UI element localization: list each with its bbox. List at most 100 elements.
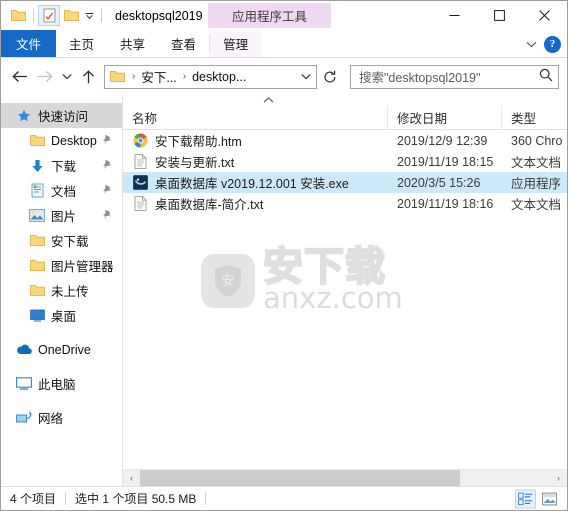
sidebar-item-quick-access[interactable]: 快速访问 <box>1 103 122 128</box>
desktop-icon <box>28 308 46 324</box>
sidebar-item-desktop-cn[interactable]: 桌面 <box>1 303 122 328</box>
close-button[interactable] <box>522 1 567 30</box>
file-explorer-window: desktopsql2019 应用程序工具 文件 主页 共享 查看 管理 ? ›… <box>0 0 568 511</box>
scroll-left-button[interactable]: ‹ <box>123 470 140 486</box>
file-name-cell: 安下载帮助.htm <box>123 131 388 150</box>
details-view-button[interactable] <box>515 489 536 508</box>
navigation-pane[interactable]: 快速访问 Desktop 下载 文档 图片 安下载 图片管理器 未上传 桌面 O… <box>1 95 123 486</box>
recent-locations-chevron-down-icon[interactable] <box>57 64 76 90</box>
sidebar-item-label: Desktop <box>51 133 97 148</box>
scroll-right-button[interactable]: › <box>550 470 567 486</box>
search-icon[interactable] <box>539 68 553 85</box>
view-mode-buttons <box>515 489 560 508</box>
sidebar-item-label: OneDrive <box>38 342 91 357</box>
refresh-button[interactable] <box>318 65 342 89</box>
pin-icon[interactable] <box>103 184 113 198</box>
breadcrumb-item-2[interactable]: desktop... <box>190 70 248 84</box>
status-divider <box>65 492 67 505</box>
sidebar-item-picture-manager[interactable]: 图片管理器 <box>1 253 122 278</box>
pin-icon[interactable] <box>103 134 113 148</box>
file-name-label: 桌面数据库-简介.txt <box>155 198 264 212</box>
up-button[interactable] <box>76 64 101 90</box>
breadcrumb-bar[interactable]: › 安下... › desktop... <box>104 64 317 89</box>
tab-file[interactable]: 文件 <box>1 30 57 57</box>
pin-icon[interactable] <box>103 159 113 173</box>
window-controls <box>432 1 567 30</box>
quick-access-chevron-down-icon[interactable] <box>82 7 97 25</box>
sort-ascending-icon[interactable] <box>263 96 274 105</box>
table-row[interactable]: 安装与更新.txt 2019/11/19 18:15 文本文档 <box>123 151 567 172</box>
search-input[interactable]: 搜索"desktopsql2019" <box>359 67 539 86</box>
toolbar-divider-2 <box>101 9 102 22</box>
sidebar-item-documents[interactable]: 文档 <box>1 178 122 203</box>
minimize-button[interactable] <box>432 1 477 30</box>
scrollbar-thumb[interactable] <box>140 470 460 486</box>
file-name-cell: 桌面数据库-简介.txt <box>123 194 388 213</box>
table-row[interactable]: 桌面数据库 v2019.12.001 安装.exe 2020/3/5 15:26… <box>123 172 567 193</box>
sidebar-item-label: 快速访问 <box>38 110 89 124</box>
back-button[interactable] <box>7 64 32 90</box>
sidebar-item-downloads[interactable]: 下载 <box>1 153 122 178</box>
table-row[interactable]: 桌面数据库-简介.txt 2019/11/19 18:16 文本文档 <box>123 193 567 214</box>
sidebar-item-label: 文档 <box>51 185 77 199</box>
sidebar-item-onedrive[interactable]: OneDrive <box>1 337 122 362</box>
properties-icon[interactable] <box>38 5 60 26</box>
sidebar-item-label: 桌面 <box>51 310 77 324</box>
title-bar: desktopsql2019 应用程序工具 <box>1 1 567 30</box>
column-header-date[interactable]: 修改日期 <box>388 106 502 129</box>
tab-share[interactable]: 共享 <box>107 30 158 57</box>
scrollbar-track[interactable] <box>140 470 550 486</box>
column-header-row: 名称 修改日期 类型 <box>123 106 567 130</box>
breadcrumb-separator-2: › <box>182 71 187 82</box>
ribbon-right-controls: ? <box>526 30 561 58</box>
file-date-cell: 2019/11/19 18:15 <box>397 154 494 169</box>
help-icon[interactable]: ? <box>544 35 561 53</box>
sidebar-item-label: 图片 <box>51 210 77 224</box>
breadcrumb-item-1[interactable]: 安下... <box>139 67 178 86</box>
large-icons-view-button[interactable] <box>539 489 560 508</box>
file-name-cell: 桌面数据库 v2019.12.001 安装.exe <box>123 173 388 192</box>
documents-icon <box>28 183 46 199</box>
column-header-type[interactable]: 类型 <box>502 106 567 129</box>
tab-home[interactable]: 主页 <box>56 30 107 57</box>
file-type-cell: 360 Chro <box>511 133 563 148</box>
folder-icon[interactable] <box>7 5 29 26</box>
new-folder-icon[interactable] <box>60 5 82 26</box>
chrome-html-icon <box>132 133 149 149</box>
breadcrumb: › 安下... › desktop... <box>109 67 296 86</box>
sidebar-item-anxiazai[interactable]: 安下载 <box>1 228 122 253</box>
breadcrumb-separator-1: › <box>132 71 136 82</box>
search-box[interactable]: 搜索"desktopsql2019" <box>350 64 559 89</box>
sidebar-item-desktop-en[interactable]: Desktop <box>1 128 122 153</box>
column-header-name[interactable]: 名称 <box>123 106 388 129</box>
file-type-cell: 文本文档 <box>511 198 562 212</box>
file-list-pane: 名称 修改日期 类型 安 安下载 anxz.com 安下载帮助.htm 2019… <box>123 95 567 486</box>
breadcrumb-chevron-down-icon[interactable] <box>296 73 316 80</box>
text-file-icon <box>132 196 149 212</box>
svg-text:安: 安 <box>221 274 234 289</box>
sidebar-item-network[interactable]: 网络 <box>1 405 122 430</box>
contextual-tab-header: 应用程序工具 <box>208 3 331 28</box>
sidebar-item-this-pc[interactable]: 此电脑 <box>1 371 122 396</box>
file-date-cell: 2019/12/9 12:39 <box>397 133 488 148</box>
sidebar-item-label: 下载 <box>51 160 77 174</box>
ribbon-collapse-chevron-down-icon[interactable] <box>526 37 537 51</box>
item-count-label: 4 个项目 <box>10 492 57 506</box>
table-row[interactable]: 安下载帮助.htm 2019/12/9 12:39 360 Chro <box>123 130 567 151</box>
toolbar-divider <box>33 9 34 22</box>
sidebar-item-label: 网络 <box>38 412 64 426</box>
tab-manage[interactable]: 管理 <box>210 30 262 57</box>
status-bar: 4 个项目 选中 1 个项目 50.5 MB <box>1 486 567 510</box>
horizontal-scrollbar[interactable]: ‹ › <box>123 469 567 486</box>
file-date-cell: 2020/3/5 15:26 <box>397 175 481 190</box>
pin-icon[interactable] <box>103 209 113 223</box>
tab-view[interactable]: 查看 <box>158 30 209 57</box>
maximize-button[interactable] <box>477 1 522 30</box>
sidebar-item-pictures[interactable]: 图片 <box>1 203 122 228</box>
sidebar-item-not-uploaded[interactable]: 未上传 <box>1 278 122 303</box>
forward-button[interactable] <box>32 64 57 90</box>
file-list[interactable]: 安 安下载 anxz.com 安下载帮助.htm 2019/12/9 12:39… <box>123 130 567 469</box>
watermark-chinese: 安下载 <box>262 244 386 290</box>
